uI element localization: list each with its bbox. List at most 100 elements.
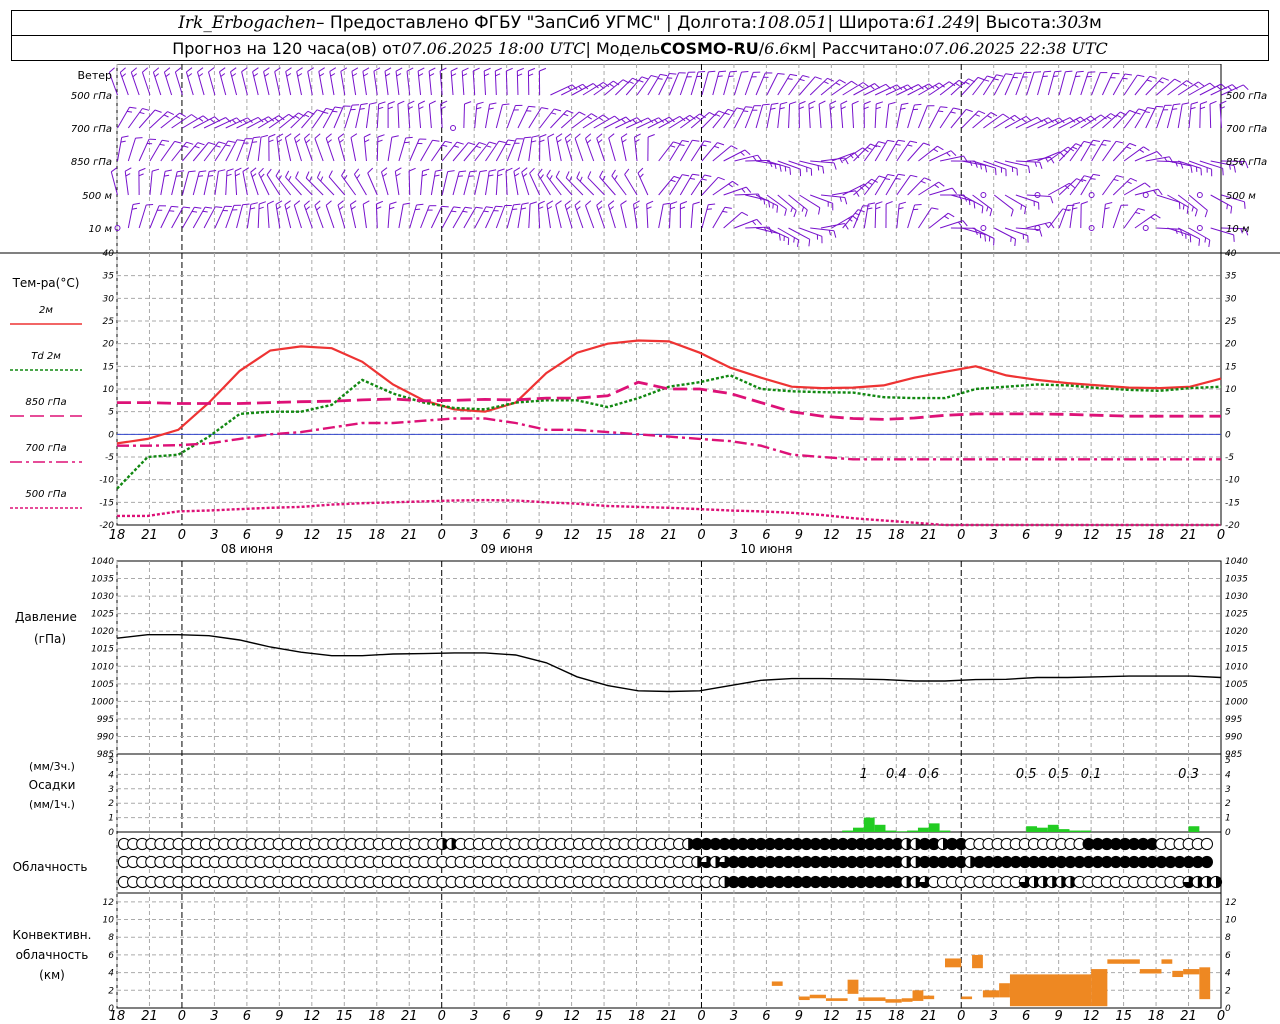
calm-wind-symbol xyxy=(980,192,987,198)
y-tick-label: 8 xyxy=(108,933,114,943)
wind-barb-staff xyxy=(452,171,460,196)
y-tick-label: -5 xyxy=(1225,453,1234,463)
wind-barb-feather xyxy=(495,73,501,77)
wind-barb-feather xyxy=(670,145,676,148)
wind-barb-feather xyxy=(1144,111,1150,113)
wind-barb-feather xyxy=(495,205,503,208)
wind-barb-staff xyxy=(625,117,649,129)
wind-barb xyxy=(257,134,268,162)
hour-tick-label: 9 xyxy=(535,528,543,543)
y-tick-label: 1015 xyxy=(1225,645,1248,655)
wind-barb-feather xyxy=(397,100,405,105)
hour-tick-label: 15 xyxy=(856,528,873,543)
y-tick-label: 1 xyxy=(108,814,114,824)
wind-barb-feather xyxy=(692,173,700,176)
wind-barb-staff xyxy=(993,194,1014,211)
wind-barb-feather xyxy=(885,178,891,180)
wind-barb xyxy=(303,133,313,162)
conv-cloud-bar xyxy=(972,954,983,969)
wind-barb-feather xyxy=(495,67,502,72)
wind-barb xyxy=(344,104,360,129)
wind-barb xyxy=(907,204,922,229)
wind-barb-feather xyxy=(1200,106,1206,110)
wind-barb-feather xyxy=(453,206,461,209)
wind-barb-staff xyxy=(182,206,195,229)
wind-barb xyxy=(138,167,146,196)
wind-barb-staff xyxy=(495,205,506,229)
wind-barb-feather xyxy=(650,75,658,78)
wind-barb-feather xyxy=(513,203,521,206)
wind-barb-feather xyxy=(432,139,440,142)
wind-barb-staff xyxy=(236,204,244,229)
wind-barb-feather xyxy=(866,146,872,150)
wind-barb-feather xyxy=(286,73,292,77)
wind-barb-feather xyxy=(576,206,581,211)
wind-barb-feather xyxy=(946,152,951,157)
y-tick-label: 1030 xyxy=(1225,592,1248,602)
wind-barb-feather xyxy=(774,163,777,170)
wind-barb-feather xyxy=(950,150,957,156)
wind-barb-feather xyxy=(669,73,677,75)
wind-barb-feather xyxy=(395,67,403,72)
wind-barb-feather xyxy=(268,133,276,138)
wind-barb-staff xyxy=(517,137,525,162)
hour-tick-label: 3 xyxy=(730,1009,738,1024)
wind-barb-staff xyxy=(430,206,443,229)
wind-barb xyxy=(679,139,700,162)
wind-barb-feather xyxy=(863,106,869,110)
wind-barb-feather xyxy=(497,173,503,177)
wind-barb xyxy=(1101,72,1120,96)
wind-barb-staff xyxy=(993,227,1016,240)
wind-barb-feather xyxy=(870,85,875,90)
hour-tick-label: 21 xyxy=(401,1009,418,1024)
wind-barb xyxy=(1156,104,1172,129)
wind-barb xyxy=(355,103,368,129)
y-tick-label: 990 xyxy=(1225,732,1242,742)
wind-barb-staff xyxy=(314,138,324,162)
y-tick-label: 995 xyxy=(97,715,114,725)
wind-barb xyxy=(268,133,276,162)
wind-barb-feather xyxy=(646,200,654,205)
wind-barb-staff xyxy=(733,71,742,96)
wind-barb xyxy=(874,101,884,129)
wind-barb-feather xyxy=(453,145,459,148)
day-label: 10 июня xyxy=(740,542,792,556)
wind-barb-staff xyxy=(712,207,726,229)
wind-barb-feather xyxy=(517,73,523,77)
wind-barb-feather xyxy=(188,170,196,173)
wind-barb xyxy=(918,207,939,229)
wind-barb-feather xyxy=(1129,142,1137,147)
wind-barb-feather xyxy=(415,208,421,211)
wind-barb-staff xyxy=(874,103,877,129)
wind-barb-staff xyxy=(788,227,810,240)
temperature-legend-label: 700 гПа xyxy=(25,443,66,454)
wind-barb-feather xyxy=(977,76,985,81)
wind-barb xyxy=(452,170,467,196)
wind-barb-feather xyxy=(798,106,804,110)
wind-barb-feather xyxy=(406,67,414,72)
wind-barb xyxy=(950,194,976,209)
wind-barb xyxy=(1102,140,1124,162)
temperature-legend-label: 2м xyxy=(39,305,53,316)
wind-barb-feather xyxy=(1191,206,1194,212)
wind-barb-staff xyxy=(208,71,216,96)
wind-barb-feather xyxy=(564,200,571,206)
wind-barb-feather xyxy=(418,100,426,105)
wind-barb xyxy=(485,102,497,129)
wind-barb-feather xyxy=(441,205,449,208)
wind-barb-feather xyxy=(1130,177,1138,182)
wind-barb-feather xyxy=(986,206,989,212)
wind-barb xyxy=(387,101,395,129)
wind-barb-staff xyxy=(646,203,649,229)
precip-unit1-label: (мм/1ч.) xyxy=(29,798,75,811)
hour-tick-label: 21 xyxy=(920,528,937,543)
wind-barb-staff xyxy=(808,103,811,129)
wind-barb-staff xyxy=(344,104,353,129)
wind-barb-feather xyxy=(708,203,716,206)
wind-barb-feather xyxy=(325,107,334,111)
wind-barb xyxy=(885,139,906,162)
wind-barb-feather xyxy=(417,67,425,72)
wind-barb-feather xyxy=(258,206,264,210)
wind-barb-feather xyxy=(609,83,614,88)
wind-barb-staff xyxy=(258,173,270,196)
